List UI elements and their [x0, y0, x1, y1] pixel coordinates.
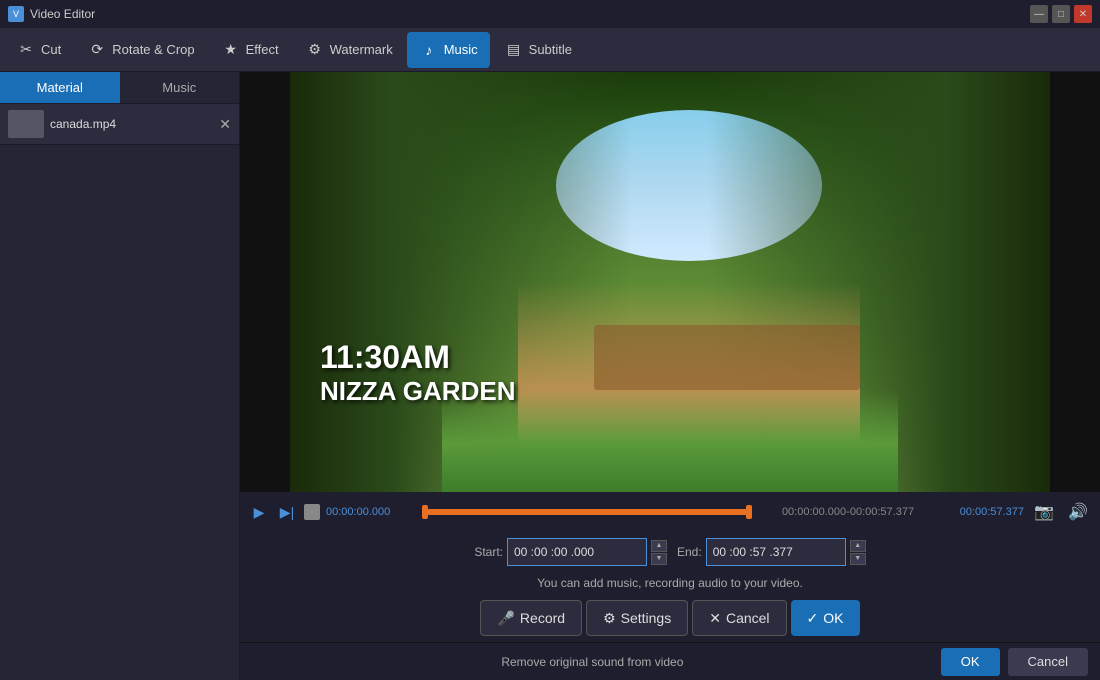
play-icon: ▶ [254, 504, 265, 521]
effect-icon: ★ [221, 40, 241, 60]
watermark-label: Watermark [330, 42, 393, 57]
subtitle-label: Subtitle [529, 42, 572, 57]
watermark-icon: ⚙ [305, 40, 325, 60]
settings-icon: ⚙ [603, 610, 616, 627]
start-down-btn[interactable]: ▼ [651, 553, 667, 565]
record-label: Record [520, 610, 565, 626]
timeline-progress [422, 509, 752, 515]
music-tab[interactable]: Music [120, 72, 240, 103]
ok-icon: ✓ [807, 610, 819, 627]
camera-icon: 📷 [1034, 502, 1054, 522]
timeline-bar: ▶ ▶| 00:00:00.000 00:00:00.000-00:00:57.… [240, 492, 1100, 532]
timeline-center-time: 00:00:00.000-00:00:57.377 [758, 506, 938, 518]
info-text: You can add music, recording audio to yo… [240, 572, 1100, 594]
cancel-label: Cancel [726, 610, 770, 626]
close-button[interactable]: ✕ [1074, 5, 1092, 23]
settings-button[interactable]: ⚙ Settings [586, 600, 688, 636]
video-container: 11:30AM NIZZA GARDEN [240, 72, 1100, 492]
end-time-input[interactable] [706, 538, 846, 566]
title-bar-left: V Video Editor [8, 6, 95, 22]
timeline-track[interactable] [422, 509, 752, 515]
watermark-button[interactable]: ⚙ Watermark [293, 32, 405, 68]
bottom-bar: Remove original sound from video OK Canc… [240, 642, 1100, 680]
step-play-button[interactable]: ▶| [276, 501, 298, 523]
timeline-time-left: 00:00:00.000 [326, 506, 416, 518]
end-time-spinner[interactable]: ▲ ▼ [850, 540, 866, 565]
settings-label: Settings [621, 610, 672, 626]
cut-button[interactable]: ✂ Cut [4, 32, 73, 68]
effect-label: Effect [246, 42, 279, 57]
start-time-spinner[interactable]: ▲ ▼ [651, 540, 667, 565]
left-panel: Material Music canada.mp4 ✕ [0, 72, 240, 680]
action-buttons: 🎤 Record ⚙ Settings ✕ Cancel ✓ OK [240, 594, 1100, 642]
bench-area [594, 325, 860, 390]
cancel-button[interactable]: ✕ Cancel [692, 600, 786, 636]
stop-button[interactable] [304, 504, 320, 520]
music-button[interactable]: ♪ Music [407, 32, 490, 68]
start-label: Start: [474, 545, 503, 559]
end-down-btn[interactable]: ▼ [850, 553, 866, 565]
music-icon: ♪ [419, 40, 439, 60]
volume-icon: 🔊 [1068, 502, 1088, 522]
rotate-label: Rotate & Crop [112, 42, 194, 57]
record-button[interactable]: 🎤 Record [480, 600, 582, 636]
cut-label: Cut [41, 42, 61, 57]
timeline-handle-left[interactable] [422, 505, 428, 519]
volume-button[interactable]: 🔊 [1064, 498, 1092, 526]
cut-icon: ✂ [16, 40, 36, 60]
ok-label: OK [823, 610, 843, 626]
video-overlay: 11:30AM NIZZA GARDEN [320, 339, 515, 407]
ok-button[interactable]: ✓ OK [791, 600, 860, 636]
end-label: End: [677, 545, 702, 559]
timeline-time-right: 00:00:57.377 [944, 506, 1024, 518]
cancel-bottom-button[interactable]: Cancel [1008, 648, 1088, 676]
effect-button[interactable]: ★ Effect [209, 32, 291, 68]
step-play-icon: ▶| [280, 504, 294, 521]
overlay-location: NIZZA GARDEN [320, 376, 515, 407]
music-label: Music [444, 42, 478, 57]
maximize-button[interactable]: □ [1052, 5, 1070, 23]
timeline-handle-right[interactable] [746, 505, 752, 519]
subtitle-icon: ▤ [504, 40, 524, 60]
info-message: You can add music, recording audio to yo… [537, 576, 803, 590]
video-background [290, 72, 1050, 492]
file-thumbnail [8, 110, 44, 138]
file-name: canada.mp4 [50, 117, 213, 131]
file-item: canada.mp4 ✕ [0, 104, 239, 145]
mic-icon: 🎤 [497, 610, 514, 627]
end-up-btn[interactable]: ▲ [850, 540, 866, 552]
play-button[interactable]: ▶ [248, 501, 270, 523]
start-time-input[interactable] [507, 538, 647, 566]
start-up-btn[interactable]: ▲ [651, 540, 667, 552]
main-area: Material Music canada.mp4 ✕ [0, 72, 1100, 680]
app-title: Video Editor [30, 7, 95, 21]
material-tab[interactable]: Material [0, 72, 120, 103]
start-time-group: Start: ▲ ▼ [474, 538, 667, 566]
window-controls[interactable]: — □ ✕ [1030, 5, 1092, 23]
minimize-button[interactable]: — [1030, 5, 1048, 23]
left-panel-tabs: Material Music [0, 72, 239, 104]
screenshot-button[interactable]: 📷 [1030, 498, 1058, 526]
overlay-time: 11:30AM [320, 339, 515, 376]
app-icon: V [8, 6, 24, 22]
ok-bottom-button[interactable]: OK [941, 648, 1000, 676]
cut-controls: Start: ▲ ▼ End: ▲ ▼ [240, 532, 1100, 572]
cancel-icon: ✕ [709, 610, 721, 627]
title-bar: V Video Editor — □ ✕ [0, 0, 1100, 28]
video-area: 11:30AM NIZZA GARDEN ▶ ▶| 00:00:00.000 0… [240, 72, 1100, 680]
video-preview: 11:30AM NIZZA GARDEN [290, 72, 1050, 492]
toolbar: ✂ Cut ⟳ Rotate & Crop ★ Effect ⚙ Waterma… [0, 28, 1100, 72]
rotate-crop-button[interactable]: ⟳ Rotate & Crop [75, 32, 206, 68]
remove-sound-text: Remove original sound from video [252, 655, 933, 669]
end-time-group: End: ▲ ▼ [677, 538, 866, 566]
subtitle-button[interactable]: ▤ Subtitle [492, 32, 584, 68]
file-close-button[interactable]: ✕ [219, 116, 231, 133]
rotate-icon: ⟳ [87, 40, 107, 60]
